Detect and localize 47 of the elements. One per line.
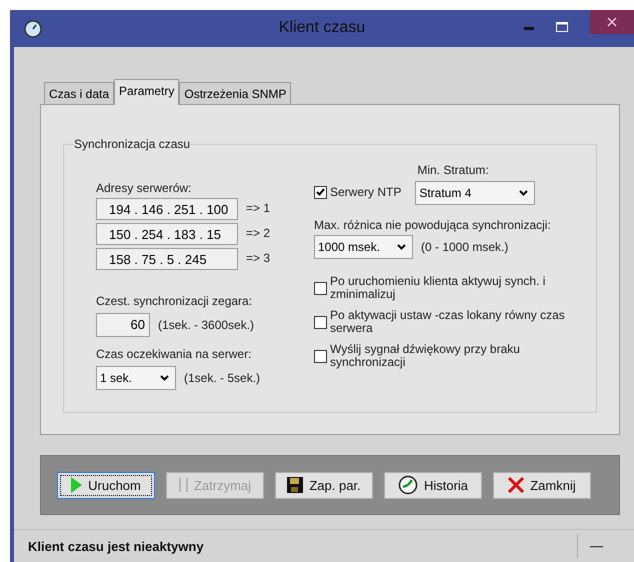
- field-label: Czas oczekiwania na serwer:: [96, 347, 252, 361]
- field-label: Czest. synchronizacji zegara:: [96, 294, 254, 308]
- toolbar-button[interactable]: Uruchom: [57, 472, 155, 498]
- field-label: Min. Stratum:: [417, 163, 490, 177]
- toolbar-button[interactable]: Historia: [384, 472, 482, 498]
- timeout-dropdown[interactable]: 1 sek.: [96, 366, 176, 390]
- x-icon: [508, 477, 524, 493]
- checkbox-label: Po aktywacji ustaw -czas lokany równy czas serwera: [330, 309, 566, 335]
- stratum-dropdown[interactable]: Stratum 4: [415, 181, 536, 205]
- dropdown-caret-icon: [397, 244, 406, 250]
- close-icon[interactable]: [590, 10, 634, 34]
- checkbox[interactable]: [314, 282, 327, 294]
- ip-address-field[interactable]: 150 . 254 . 183 . 15: [96, 223, 238, 245]
- server-number: => 1: [246, 200, 270, 214]
- ip-address-field[interactable]: 158 . 75 . 5 . 245: [96, 248, 238, 270]
- toolbar-button[interactable]: Zap. par.: [275, 472, 373, 498]
- checkbox[interactable]: [314, 316, 327, 328]
- play-icon: [71, 477, 82, 493]
- number-field[interactable]: 60: [96, 313, 150, 337]
- checkbox-label: Wyślij sygnał dźwiękowy przy braku synchronizacji: [330, 343, 521, 369]
- tab[interactable]: Parametry: [114, 79, 180, 105]
- status-panel: —: [577, 534, 634, 558]
- clock-icon: [398, 475, 418, 495]
- range-hint: (1sek. - 3600sek.): [158, 318, 254, 332]
- max-difference-dropdown[interactable]: 1000 msek.: [314, 235, 413, 259]
- field-label: Adresy serwerów:: [96, 181, 192, 195]
- tab[interactable]: Ostrzeżenia SNMP: [179, 82, 292, 104]
- range-hint: (0 - 1000 msek.): [421, 240, 508, 254]
- group-title: Synchronizacja czasu: [74, 137, 190, 151]
- checkbox-label: Po uruchomieniu klienta aktywuj synch. i zminimalizuj: [330, 275, 546, 301]
- range-hint: (1sek. - 5sek.): [184, 371, 260, 385]
- maximize-icon[interactable]: [556, 22, 568, 32]
- toolbar-button[interactable]: Zamknij: [493, 472, 591, 498]
- dropdown-caret-icon: [519, 190, 528, 196]
- clock-icon: [24, 20, 42, 38]
- status-text: Klient czasu jest nieaktywny: [28, 538, 204, 554]
- tab[interactable]: Czas i data: [44, 82, 114, 104]
- ip-address-field[interactable]: 194 . 146 . 251 . 100: [96, 198, 238, 220]
- checkbox[interactable]: [314, 350, 327, 362]
- server-number: => 2: [246, 226, 270, 240]
- dropdown-caret-icon: [160, 375, 169, 381]
- window-title: Klient czasu: [278, 19, 366, 37]
- checkbox-label: Serwery NTP: [330, 185, 402, 199]
- field-label: Max. różnica nie powodująca synchronizacji:: [314, 218, 552, 232]
- checkbox[interactable]: [314, 186, 327, 198]
- server-number: => 3: [246, 250, 270, 264]
- pause-icon: [178, 478, 188, 492]
